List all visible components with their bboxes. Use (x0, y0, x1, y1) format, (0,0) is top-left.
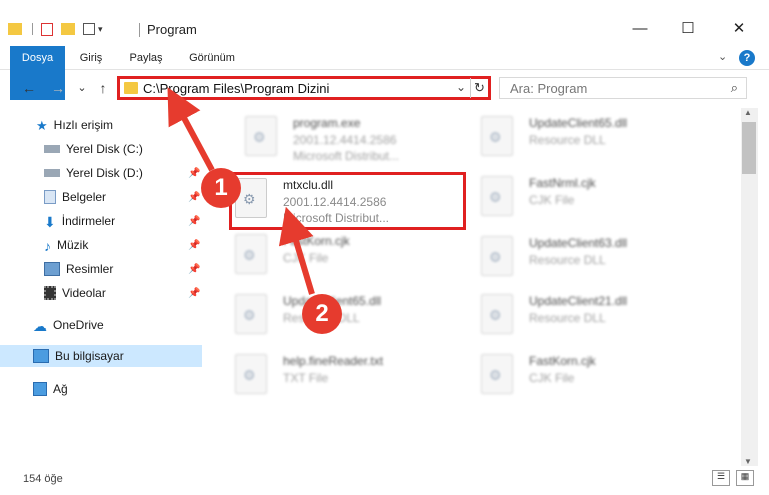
details-view-icon[interactable]: ☰ (712, 470, 730, 486)
step-badge-1: 1 (201, 168, 241, 208)
arrow-to-address-bar (167, 87, 215, 172)
arrow-to-file (278, 206, 315, 295)
step-badge-2: 2 (302, 294, 342, 334)
status-bar: 154 öğe ☰ ▦ (0, 466, 769, 495)
large-icons-view-icon[interactable]: ▦ (736, 470, 754, 486)
item-count: 154 öğe (23, 473, 63, 485)
annotation-arrows (167, 87, 315, 295)
